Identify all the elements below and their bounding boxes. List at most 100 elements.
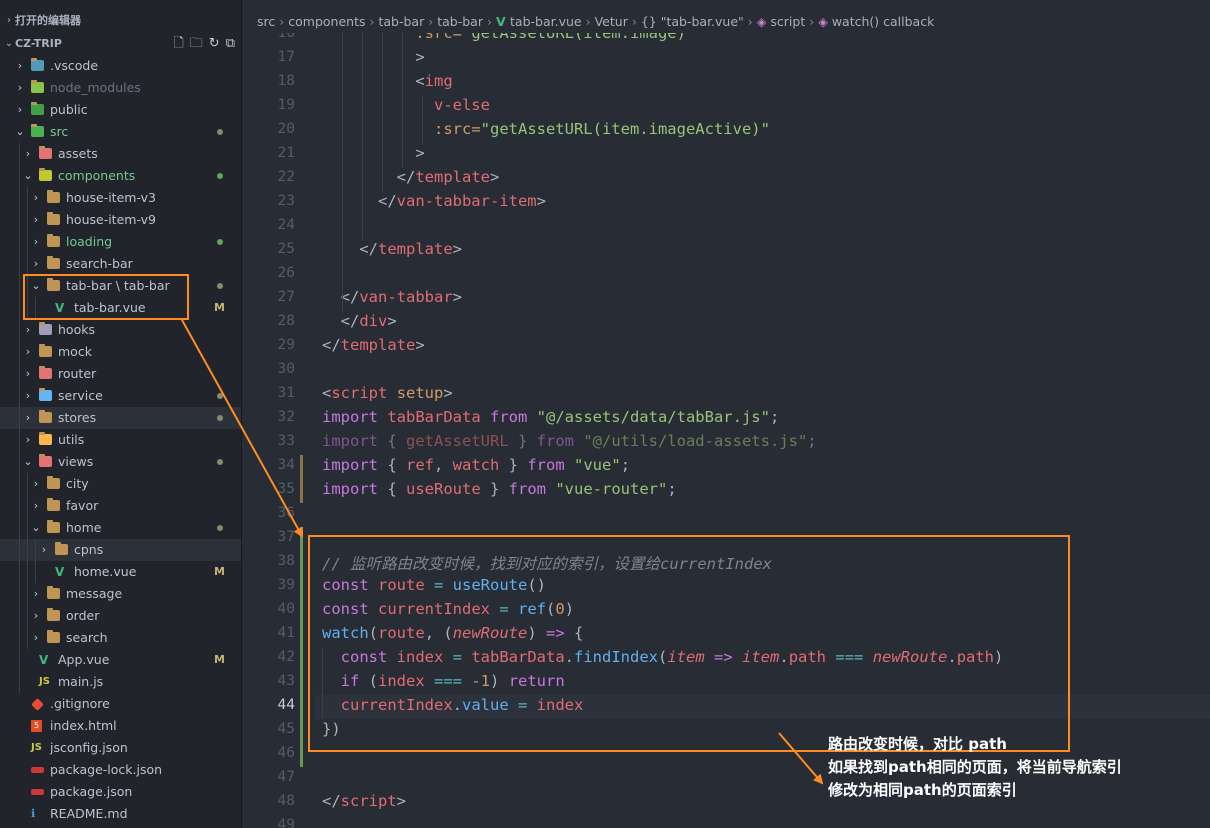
indent-guide	[27, 495, 28, 517]
refresh-icon[interactable]: ↻	[209, 33, 220, 55]
gutter-added-marker	[300, 527, 303, 767]
code-line[interactable]: :src="getAssetURL(item.imageActive)"	[322, 120, 770, 138]
line-number: 49	[277, 817, 295, 828]
code-line[interactable]: <script setup>	[322, 384, 453, 402]
tree-item-label: App.vue	[58, 652, 110, 667]
tree-item-search[interactable]: › search	[0, 627, 241, 649]
tree-item-loading[interactable]: › loading	[0, 231, 241, 253]
code-line[interactable]: </script>	[322, 792, 406, 810]
tree-item-label: city	[66, 476, 89, 491]
line-number: 21	[277, 145, 295, 161]
tree-item-favor[interactable]: › favor	[0, 495, 241, 517]
indent-guide	[27, 627, 28, 649]
open-editors-header[interactable]: › 打开的编辑器	[0, 10, 241, 32]
tree-item-home[interactable]: ⌄ home	[0, 517, 241, 539]
symbol-cube-icon: ◈	[818, 14, 832, 29]
folder-icon	[39, 146, 52, 159]
chevron-right-icon: ›	[25, 323, 31, 336]
breadcrumb-item[interactable]: script	[770, 14, 805, 29]
tree-item-assets[interactable]: › assets	[0, 143, 241, 165]
line-number: 40	[277, 601, 295, 617]
folder-icon	[31, 80, 44, 93]
tree-item-home-vue[interactable]: Vhome.vue M	[0, 561, 241, 583]
code-line[interactable]: import { getAssetURL } from "@/utils/loa…	[322, 432, 817, 450]
code-line[interactable]: </div>	[322, 312, 397, 330]
tree-item-node-modules[interactable]: › node_modules	[0, 77, 241, 99]
tree-item-message[interactable]: › message	[0, 583, 241, 605]
indent-guide	[19, 231, 20, 253]
tree-item-mock[interactable]: › mock	[0, 341, 241, 363]
modified-badge: M	[214, 653, 225, 666]
open-editors-label: 打开的编辑器	[15, 14, 81, 27]
tree-item-house-item-v3[interactable]: › house-item-v3	[0, 187, 241, 209]
tree-item-label: house-item-v9	[66, 212, 156, 227]
tree-item-house-item-v9[interactable]: › house-item-v9	[0, 209, 241, 231]
tree-item-index-html[interactable]: 5 index.html	[0, 715, 241, 737]
tree-item-app-vue[interactable]: V App.vue M	[0, 649, 241, 671]
breadcrumb-item[interactable]: Vetur	[595, 14, 628, 29]
tree-item-city[interactable]: › city	[0, 473, 241, 495]
tree-item-label: .gitignore	[50, 696, 110, 711]
code-line[interactable]: </van-tabbar-item>	[322, 192, 546, 210]
tree-item-stores[interactable]: › stores	[0, 407, 241, 429]
breadcrumb-item[interactable]: "tab-bar.vue"	[661, 14, 744, 29]
code-line[interactable]: >	[322, 48, 424, 66]
folder-icon	[47, 476, 60, 489]
folder-icon	[31, 102, 44, 115]
breadcrumb-item[interactable]: watch() callback	[832, 14, 935, 29]
tree-item-gitignore[interactable]: .gitignore	[0, 693, 241, 715]
chevron-right-icon: ›	[33, 499, 39, 512]
folder-icon	[47, 234, 60, 247]
tree-item-label: stores	[58, 410, 97, 425]
chevron-down-icon: ⌄	[4, 38, 14, 49]
breadcrumb-separator-icon: ›	[486, 14, 492, 29]
breadcrumb-item[interactable]: components	[288, 14, 365, 29]
code-line[interactable]: </van-tabbar>	[322, 288, 462, 306]
project-header[interactable]: ⌄ CZ-TRIP 🗋 🗀 ↻ ⧉	[0, 33, 241, 55]
tree-item-views[interactable]: ⌄ views	[0, 451, 241, 473]
indent-guide	[19, 649, 20, 671]
code-line[interactable]: >	[322, 144, 424, 162]
tree-item-hooks[interactable]: › hooks	[0, 319, 241, 341]
tree-item-order[interactable]: › order	[0, 605, 241, 627]
collapse-icon[interactable]: ⧉	[226, 33, 235, 55]
tree-item-router[interactable]: › router	[0, 363, 241, 385]
breadcrumb: src › components › tab-bar › tab-bar › V tab-bar…	[242, 12, 1210, 32]
tree-item-service[interactable]: › service	[0, 385, 241, 407]
indent-guide	[27, 209, 28, 231]
tree-item-components[interactable]: ⌄ components	[0, 165, 241, 187]
code-line[interactable]: :src="getAssetURL(item.image)"	[322, 33, 695, 42]
tree-item-package-lock-json[interactable]: package-lock.json	[0, 759, 241, 781]
breadcrumb-separator-icon: ›	[585, 14, 591, 29]
tree-item-jsconfig-json[interactable]: JS jsconfig.json	[0, 737, 241, 759]
code-line[interactable]: import { ref, watch } from "vue";	[322, 456, 630, 474]
tree-item-cpns[interactable]: › cpns	[0, 539, 241, 561]
code-line[interactable]: import tabBarData from "@/assets/data/ta…	[322, 408, 779, 426]
code-line[interactable]: import { useRoute } from "vue-router";	[322, 480, 677, 498]
indent-guide	[342, 33, 343, 311]
tree-item-main-js[interactable]: JS main.js	[0, 671, 241, 693]
code-line[interactable]: </template>	[322, 336, 425, 354]
project-label: CZ-TRIP	[15, 37, 62, 50]
folder-icon	[39, 454, 52, 467]
npm-file-icon	[31, 767, 44, 773]
tree-item-public[interactable]: › public	[0, 99, 241, 121]
breadcrumb-item[interactable]: tab-bar	[437, 14, 483, 29]
tree-item-package-json[interactable]: package.json	[0, 781, 241, 803]
line-number: 39	[277, 577, 295, 593]
tree-item-vscode[interactable]: › .vscode	[0, 55, 241, 77]
breadcrumb-item[interactable]: src	[257, 14, 275, 29]
code-line[interactable]: </template>	[322, 168, 500, 186]
new-folder-icon[interactable]: 🗀	[190, 33, 203, 55]
code-line[interactable]: v-else	[322, 96, 490, 114]
tree-item-search-bar[interactable]: › search-bar	[0, 253, 241, 275]
breadcrumb-item[interactable]: tab-bar.vue	[510, 14, 582, 29]
tree-item-src[interactable]: ⌄ src	[0, 121, 241, 143]
line-number: 24	[277, 217, 295, 233]
tree-item-utils[interactable]: › utils	[0, 429, 241, 451]
new-file-icon[interactable]: 🗋	[173, 33, 183, 55]
code-line[interactable]: </template>	[322, 240, 462, 258]
breadcrumb-item[interactable]: tab-bar	[378, 14, 424, 29]
tree-item-readme-md[interactable]: ℹ README.md	[0, 803, 241, 825]
tree-item-label: order	[66, 608, 100, 623]
